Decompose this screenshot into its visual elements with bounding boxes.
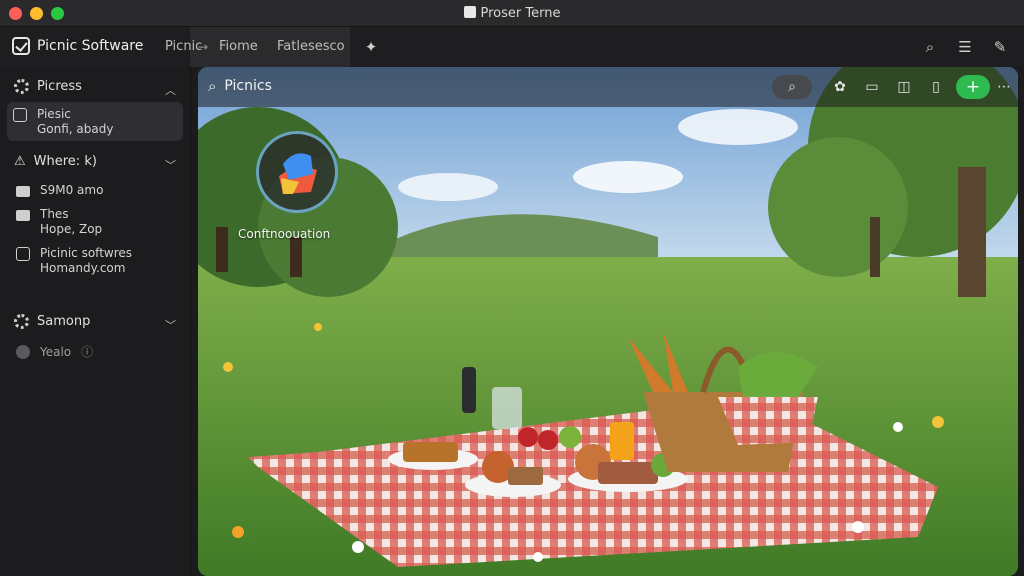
calendar-icon xyxy=(16,210,30,221)
warning-icon: ⚠ xyxy=(14,154,26,169)
page-icon xyxy=(16,247,30,261)
search-button[interactable]: ⌕ xyxy=(772,75,812,99)
list-icon[interactable]: ☰ xyxy=(954,37,976,57)
sidebar-item-piesic[interactable]: Piesic Gonfi, abady xyxy=(13,107,113,137)
tab-fatlesesco[interactable]: Fatlesesco xyxy=(277,39,345,54)
brand: Picnic Software xyxy=(12,37,143,55)
tab-picnic[interactable]: Picnic xyxy=(165,39,202,54)
gear-icon xyxy=(14,79,29,94)
paw-icon[interactable]: ✿ xyxy=(828,75,852,99)
conference-badge[interactable] xyxy=(256,131,338,213)
add-button[interactable]: + xyxy=(956,75,990,99)
content-title: ⌕ Picnics xyxy=(208,77,272,95)
main-toolbar: Picnic Software Picnic → Fiome Fatlesesc… xyxy=(0,27,1024,67)
sidebar-section-where[interactable]: ⚠ Where: k) xyxy=(14,154,97,169)
sidebar-section-samonp[interactable]: Samonp xyxy=(14,314,90,329)
app-icon xyxy=(463,6,476,18)
sidebar-section-picress[interactable]: Picress xyxy=(14,79,82,94)
sidebar-item-thes[interactable]: Thes Hope, Zop xyxy=(16,207,102,237)
avatar xyxy=(16,345,30,359)
chevron-down-icon[interactable]: ﹀ xyxy=(165,157,176,173)
brand-name: Picnic Software xyxy=(37,38,144,54)
badge-label: Conftnoouation xyxy=(238,227,331,241)
tab-home[interactable]: Fiome xyxy=(219,39,258,54)
chevron-up-icon[interactable]: ︿ xyxy=(165,82,176,98)
search-icon: ⌕ xyxy=(208,77,217,95)
content-header: ⌕ Picnics ⌕ ✿ ▭ ◫ ▯ + ⋯ xyxy=(198,67,1018,107)
document-icon xyxy=(13,108,27,122)
search-icon[interactable]: ⌕ xyxy=(919,37,941,57)
folder-colorful-icon xyxy=(279,153,317,194)
content-panel: ⌕ Picnics ⌕ ✿ ▭ ◫ ▯ + ⋯ Conftnoouation xyxy=(198,67,1018,576)
info-icon: ⓘ xyxy=(81,345,94,359)
settings-icon xyxy=(14,314,29,329)
calendar-icon[interactable]: ◫ xyxy=(892,75,916,99)
title-bar: Proser Terne xyxy=(0,0,1024,27)
more-icon[interactable]: ⋯ xyxy=(994,75,1014,99)
app-window: Proser Terne Picnic Software Picnic → Fi… xyxy=(0,0,1024,576)
checkbox-logo-icon xyxy=(12,37,30,55)
share-icon[interactable]: ✎ xyxy=(989,37,1011,57)
sidebar: Picress ︿ Piesic Gonfi, abady ⚠ Where: k)… xyxy=(0,67,191,576)
sidebar-item-sublabel: Gonfi, abady xyxy=(37,122,114,136)
sidebar-item-picinic-softwres[interactable]: Picinic softwres Homandy.com xyxy=(16,246,132,276)
window-title: Proser Terne xyxy=(0,6,1024,21)
chevron-down-icon[interactable]: ﹀ xyxy=(165,317,176,333)
mobile-icon[interactable]: ▯ xyxy=(924,75,948,99)
add-tab-icon[interactable]: ✦ xyxy=(360,37,382,57)
chat-icon[interactable]: ▭ xyxy=(860,75,884,99)
sidebar-item-s9m0[interactable]: S9M0 amo xyxy=(16,183,103,198)
arrow-right-icon: → xyxy=(198,40,209,54)
folder-icon xyxy=(16,186,30,197)
sidebar-item-label: Piesic xyxy=(37,107,71,121)
sidebar-item-yealo[interactable]: Yealo ⓘ xyxy=(16,345,93,360)
